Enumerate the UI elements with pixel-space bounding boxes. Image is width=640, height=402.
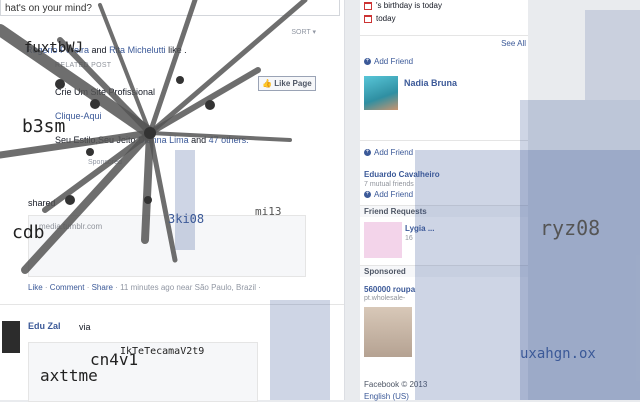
- rail-divider: [360, 35, 528, 36]
- request-photo[interactable]: [364, 222, 402, 258]
- status-placeholder[interactable]: hat's on your mind?: [5, 3, 92, 14]
- calendar-icon: [364, 1, 372, 10]
- share-link[interactable]: Share: [92, 283, 113, 292]
- glitch-text: mi13: [255, 205, 282, 218]
- shared-text: shared: [28, 198, 56, 208]
- post-via: via: [79, 322, 91, 332]
- post-divider: [0, 304, 344, 305]
- like-page-button[interactable]: 👍 Like Page: [258, 76, 316, 91]
- liker-link-3[interactable]: Dianna Lima: [138, 135, 189, 145]
- right-rail: 's birthday is today today See All + Add…: [360, 0, 528, 401]
- events-row[interactable]: today: [364, 14, 396, 23]
- like-page-label: Like Page: [274, 79, 312, 88]
- add-friend-icon: +: [364, 191, 371, 198]
- request-name[interactable]: Lygia ...: [405, 224, 435, 233]
- events-text: today: [376, 14, 396, 23]
- see-all-link[interactable]: See All: [501, 39, 526, 48]
- status-composer[interactable]: hat's on your mind?: [0, 0, 340, 16]
- add-friend-icon: +: [364, 149, 371, 156]
- ad-image[interactable]: [364, 307, 412, 357]
- like-suffix: like .: [165, 45, 187, 55]
- post-author[interactable]: Edu Zal: [28, 321, 61, 331]
- liker-link-2[interactable]: Rita Michelutti: [109, 45, 166, 55]
- page-name[interactable]: Seu Estilo,Seu Jeito.: [55, 135, 138, 145]
- thumbs-up-icon: 👍: [262, 79, 273, 88]
- friend-name[interactable]: Nadia Bruna: [404, 78, 457, 88]
- glitch-text: fuxtbWJ: [24, 40, 84, 56]
- related-post-label: RELATED POST: [55, 62, 112, 69]
- sponsored-label: Sponsored: [88, 159, 122, 166]
- related-post-title[interactable]: Crie Um Site Profissional: [55, 87, 155, 97]
- birthday-row[interactable]: 's birthday is today: [364, 1, 442, 10]
- glitch-text: cdb: [12, 222, 45, 243]
- avatar[interactable]: [2, 321, 20, 353]
- likes-and: and: [188, 135, 209, 145]
- add-friend-button[interactable]: + Add Friend: [364, 57, 413, 66]
- friend-photo[interactable]: [364, 76, 398, 110]
- sort-dropdown[interactable]: SORT ▾: [291, 28, 316, 36]
- news-feed: hat's on your mind? SORT ▾ Rogerio Perei…: [0, 0, 345, 402]
- friend-requests-header[interactable]: Friend Requests: [360, 205, 528, 217]
- add-friend-button[interactable]: + Add Friend: [364, 148, 413, 157]
- glitch-text: uxahgn.ox: [520, 346, 596, 362]
- add-friend-icon: +: [364, 58, 371, 65]
- glitch-text: 3ki08: [168, 212, 205, 226]
- glitch-text: ryz08: [540, 216, 601, 240]
- request-sub: 16: [405, 235, 413, 242]
- glitch-text: b3sm: [22, 116, 66, 137]
- add-friend-label: Add Friend: [374, 190, 414, 199]
- add-friend-label: Add Friend: [374, 148, 414, 157]
- footer-copyright[interactable]: Facebook © 2013: [364, 380, 427, 389]
- shared-link-url: media.tumblr.com: [39, 222, 103, 231]
- others-link[interactable]: 47 others.: [209, 135, 249, 145]
- add-friend-label: Add Friend: [374, 57, 414, 66]
- rain-block: [585, 10, 640, 100]
- glitch-text: IkTeTecamaV2t9: [120, 346, 205, 357]
- glitch-text: axttme: [40, 366, 98, 385]
- friend-name[interactable]: Eduardo Cavalheiro: [364, 170, 440, 179]
- birthday-text: 's birthday is today: [376, 1, 443, 10]
- shared-link-card[interactable]: media.tumblr.com: [28, 215, 306, 277]
- add-friend-button[interactable]: + Add Friend: [364, 190, 413, 199]
- post-meta: · 11 minutes ago near São Paulo, Brazil …: [112, 283, 261, 292]
- page-likes-line: Seu Estilo,Seu Jeito.Dianna Lima and 47 …: [55, 135, 249, 145]
- mutual-friends[interactable]: 7 mutual friends: [364, 181, 414, 188]
- rail-divider: [360, 140, 528, 141]
- ad-url: pt.wholesale-: [364, 295, 406, 302]
- sponsored-header: Sponsored: [360, 265, 528, 277]
- comment-link[interactable]: Comment: [50, 283, 85, 292]
- calendar-icon: [364, 14, 372, 23]
- like-link[interactable]: Like: [28, 283, 43, 292]
- like-and: and: [89, 45, 110, 55]
- post-actions: Like · Comment · Share · 11 minutes ago …: [28, 283, 261, 292]
- ad-title[interactable]: 560000 roupa: [364, 285, 415, 294]
